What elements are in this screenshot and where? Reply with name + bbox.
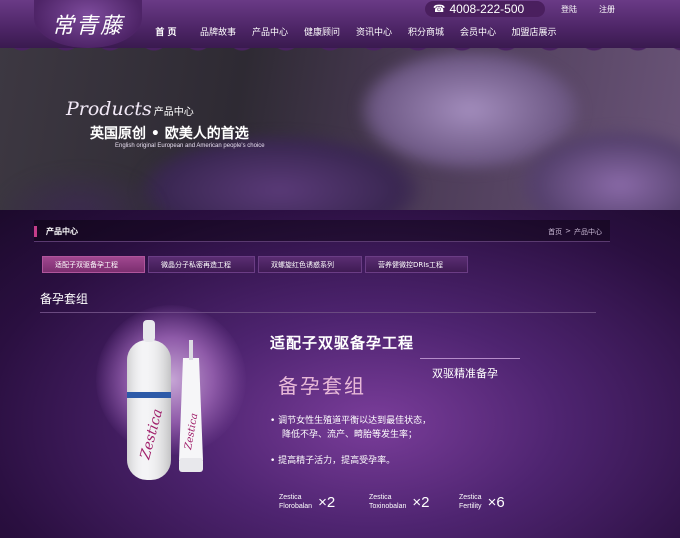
phone-number: 4008-222-500 [449, 2, 525, 16]
banner-blob [0, 170, 160, 210]
product-title: 适配子双驱备孕工程 [270, 334, 415, 352]
kit-item-name: Zestica Florobalan [279, 493, 312, 511]
kit-item-name: Zestica Toxinobalan [369, 493, 406, 511]
banner: Products 产品中心 英国原创 • 欧美人的首选 English orig… [0, 40, 680, 210]
nav-member[interactable]: 会员中心 [452, 18, 504, 44]
tab-fertility[interactable]: 适配子双驱备孕工程 [42, 256, 145, 273]
nav-news[interactable]: 资讯中心 [348, 18, 400, 44]
product-bullet: • 提高精子活力，提高受孕率。 [270, 456, 396, 466]
banner-slogan-en: English original European and American p… [115, 143, 265, 149]
main-nav: 首 页 品牌故事 产品中心 健康顾问 资讯中心 积分商城 会员中心 加盟店展示 [140, 18, 680, 44]
kit-item-line2: Fertility [459, 503, 482, 510]
kit-item-name: Zestica Fertility [459, 493, 482, 511]
product-bullet-cont: 降低不孕、流产、畸胎等发生率； [282, 430, 418, 440]
section-header: 产品中心 首页 > 产品中心 [34, 220, 610, 242]
kit-item-line2: Toxinobalan [369, 503, 407, 510]
kit-item-line1: Zestica [459, 494, 482, 501]
kit-item-line1: Zestica [279, 494, 302, 501]
kit-item-line2: Florobalan [279, 503, 313, 510]
breadcrumb-separator: > [565, 227, 571, 235]
kit-item-qty: ×2 [412, 493, 430, 511]
tab-microcrystal[interactable]: 微晶分子私密再造工程 [148, 256, 255, 273]
tab-double-helix[interactable]: 双螺旋红色诱惑系列 [258, 256, 362, 273]
topbar: ☎ 4008-222-500 登陆 注册 [425, 0, 680, 18]
banner-slogan: 英国原创 • 欧美人的首选 [90, 126, 249, 142]
breadcrumb: 首页 > 产品中心 [548, 227, 602, 237]
register-link[interactable]: 注册 [593, 2, 621, 17]
kit-item: Zestica Fertility ×6 [459, 493, 549, 511]
phone-icon: ☎ [433, 3, 446, 15]
breadcrumb-current: 产品中心 [574, 228, 602, 236]
tab-nutrition[interactable]: 营养健微控DRIs工程 [365, 256, 468, 273]
banner-title-cn: 产品中心 [153, 107, 194, 118]
logo-text: 常青藤 [51, 14, 124, 39]
nav-home[interactable]: 首 页 [140, 18, 192, 44]
kit-item: Zestica Florobalan ×2 [279, 493, 369, 511]
product-image: Zestica Zestica [127, 320, 203, 480]
nav-franchise[interactable]: 加盟店展示 [504, 18, 564, 44]
kit-items: Zestica Florobalan ×2 Zestica Toxinobala… [279, 493, 549, 511]
product-subtitle: 双驱精准备孕 [432, 367, 498, 380]
product-tabs: 适配子双驱备孕工程 微晶分子私密再造工程 双螺旋红色诱惑系列 营养健微控DRIs… [42, 256, 468, 273]
login-link[interactable]: 登陆 [555, 2, 583, 17]
content: 产品中心 首页 > 产品中心 适配子双驱备孕工程 微晶分子私密再造工程 双螺旋红… [0, 210, 680, 538]
banner-script: Products [66, 98, 152, 120]
nav-products[interactable]: 产品中心 [244, 18, 296, 44]
section-title: 产品中心 [34, 226, 78, 237]
nav-points-mall[interactable]: 积分商城 [400, 18, 452, 44]
kit-item-qty: ×2 [318, 493, 336, 511]
nav-health-advisor[interactable]: 健康顾问 [296, 18, 348, 44]
product-set-name: 备孕套组 [278, 374, 366, 398]
divider [40, 312, 596, 313]
kit-item-qty: ×6 [487, 493, 505, 511]
page-subheading: 备孕套组 [40, 292, 89, 306]
kit-item: Zestica Toxinobalan ×2 [369, 493, 459, 511]
product-bullet: • 调节女性生殖道平衡以达到最佳状态， [270, 416, 432, 426]
subtitle-rule [420, 358, 520, 359]
nav-brand-story[interactable]: 品牌故事 [192, 18, 244, 44]
kit-item-line1: Zestica [369, 494, 392, 501]
banner-title: Products 产品中心 [66, 98, 194, 120]
breadcrumb-home[interactable]: 首页 [548, 227, 562, 237]
phone-pill: ☎ 4008-222-500 [425, 1, 545, 17]
